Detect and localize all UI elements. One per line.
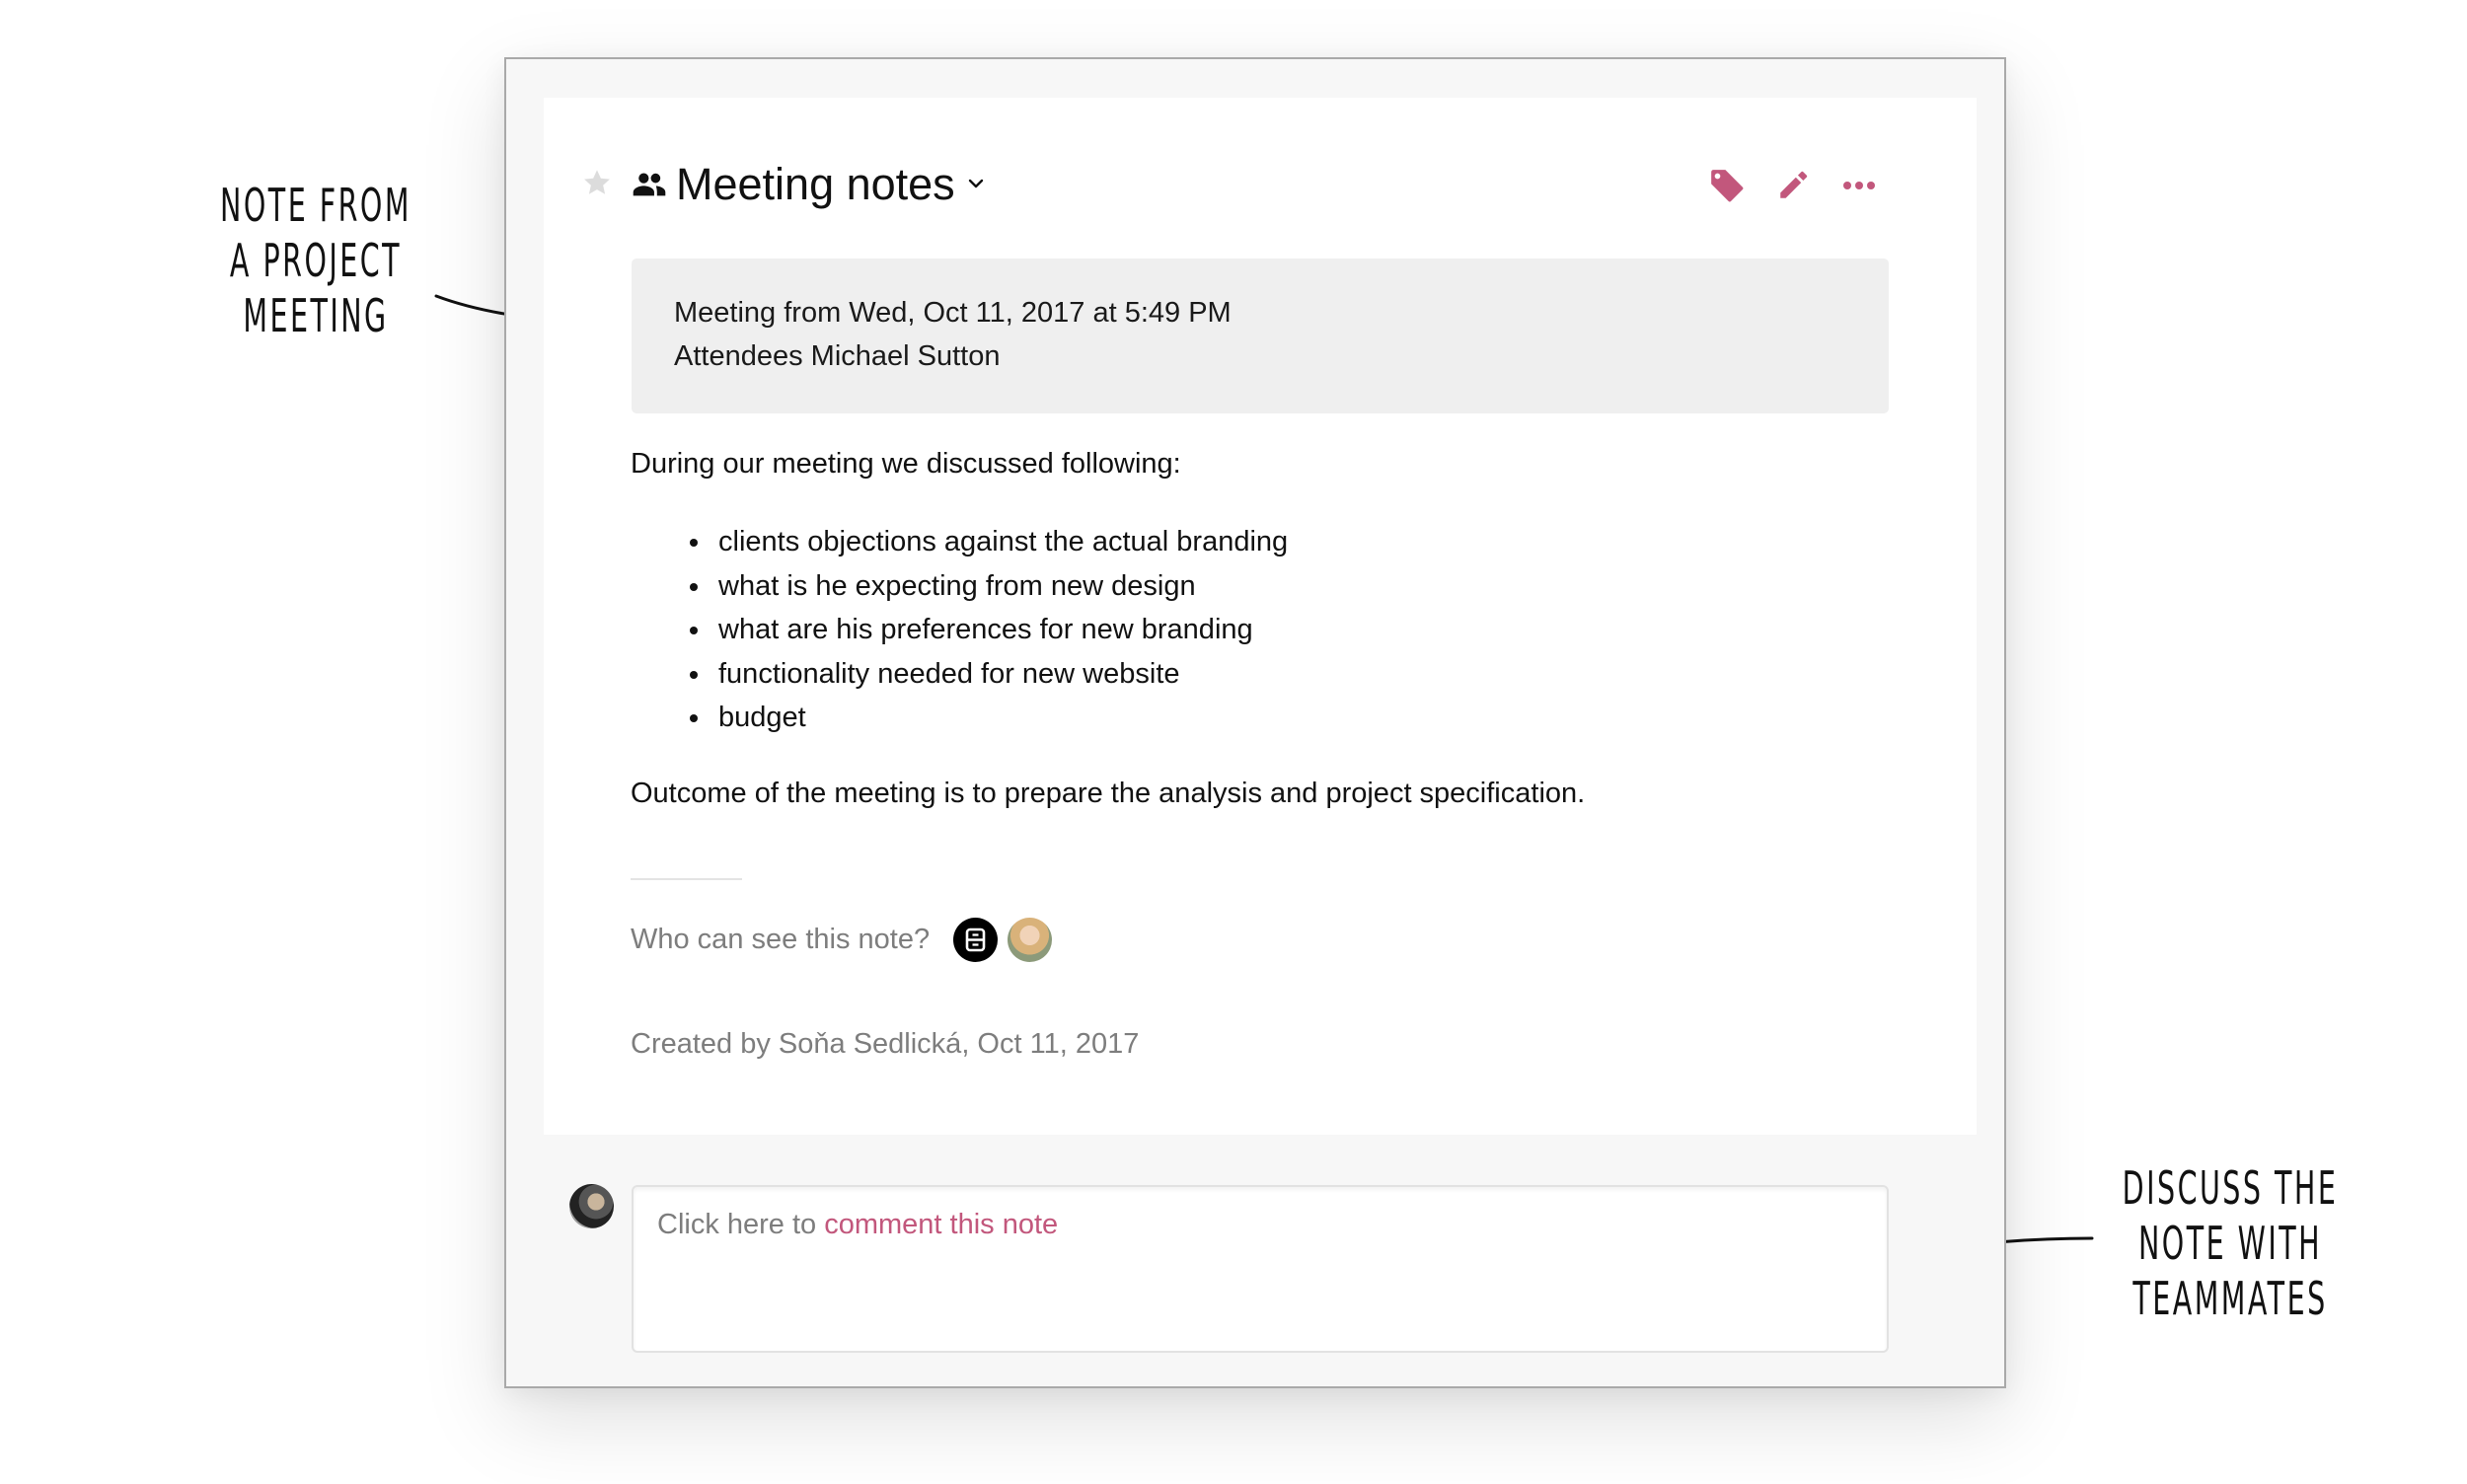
meeting-datetime: Meeting from Wed, Oct 11, 2017 at 5:49 P… — [674, 297, 1232, 329]
list-item: budget — [631, 700, 1288, 744]
bullet-icon — [690, 539, 698, 547]
meeting-info-box: Meeting from Wed, Oct 11, 2017 at 5:49 P… — [632, 259, 1889, 413]
comment-link[interactable]: comment this note — [824, 1209, 1058, 1240]
list-item-text: budget — [718, 702, 806, 733]
list-item: functionality needed for new website — [631, 656, 1288, 701]
current-user-avatar — [569, 1184, 614, 1228]
cabinet-icon — [965, 928, 986, 951]
bullet-icon — [690, 627, 698, 634]
divider — [631, 878, 742, 880]
bullet-icon — [690, 582, 698, 591]
people-icon — [633, 173, 666, 196]
meeting-attendees: Attendees Michael Sutton — [674, 340, 1001, 372]
comment-placeholder-prefix: Click here to — [657, 1209, 825, 1240]
note-visibility: Who can see this note? — [631, 917, 1062, 962]
annotation-note-from-meeting: Note from a project meeting — [199, 178, 432, 343]
comment-input[interactable]: Click here to comment this note — [632, 1185, 1889, 1353]
list-item-text: what are his preferences for new brandin… — [718, 614, 1253, 645]
chevron-down-icon[interactable] — [966, 177, 986, 190]
note-card: Meeting notes Meeting from Wed, Oct 11, … — [544, 98, 1977, 1135]
more-horizontal-icon[interactable] — [1839, 179, 1879, 192]
created-by-text: Created by Soňa Sedlická, Oct 11, 2017 — [631, 1028, 1140, 1060]
note-outcome-text: Outcome of the meeting is to prepare the… — [631, 778, 1586, 809]
discussion-list: clients objections against the actual br… — [631, 524, 1288, 744]
pencil-icon[interactable] — [1776, 169, 1810, 202]
bullet-icon — [690, 714, 698, 722]
annotation-line: note with — [2137, 1217, 2323, 1270]
annotation-discuss-with-teammates: Discuss the note with teammates — [2108, 1160, 2353, 1326]
bullet-icon — [690, 670, 698, 679]
list-item-text: functionality needed for new website — [718, 657, 1180, 690]
annotation-line: Discuss the — [2122, 1161, 2339, 1215]
annotation-line: Note from — [220, 179, 411, 232]
annotation-line: teammates — [2132, 1272, 2328, 1325]
note-title[interactable]: Meeting notes — [676, 157, 955, 212]
visibility-label: Who can see this note? — [631, 923, 931, 955]
list-item-text: clients objections against the actual br… — [718, 526, 1289, 557]
annotation-line: meeting — [243, 289, 389, 342]
list-item: what are his preferences for new brandin… — [631, 612, 1288, 656]
user-avatar[interactable] — [1008, 917, 1053, 962]
tag-icon[interactable] — [1708, 167, 1746, 204]
list-item: what is he expecting from new design — [631, 568, 1288, 613]
annotation-line: a project — [229, 234, 403, 287]
note-intro-text: During our meeting we discussed followin… — [631, 448, 1181, 480]
note-detail-panel: Meeting notes Meeting from Wed, Oct 11, … — [504, 57, 2006, 1388]
list-item-text: what is he expecting from new design — [718, 569, 1196, 602]
star-icon[interactable] — [581, 167, 613, 198]
list-item: clients objections against the actual br… — [631, 524, 1288, 568]
team-avatar[interactable] — [953, 917, 999, 962]
